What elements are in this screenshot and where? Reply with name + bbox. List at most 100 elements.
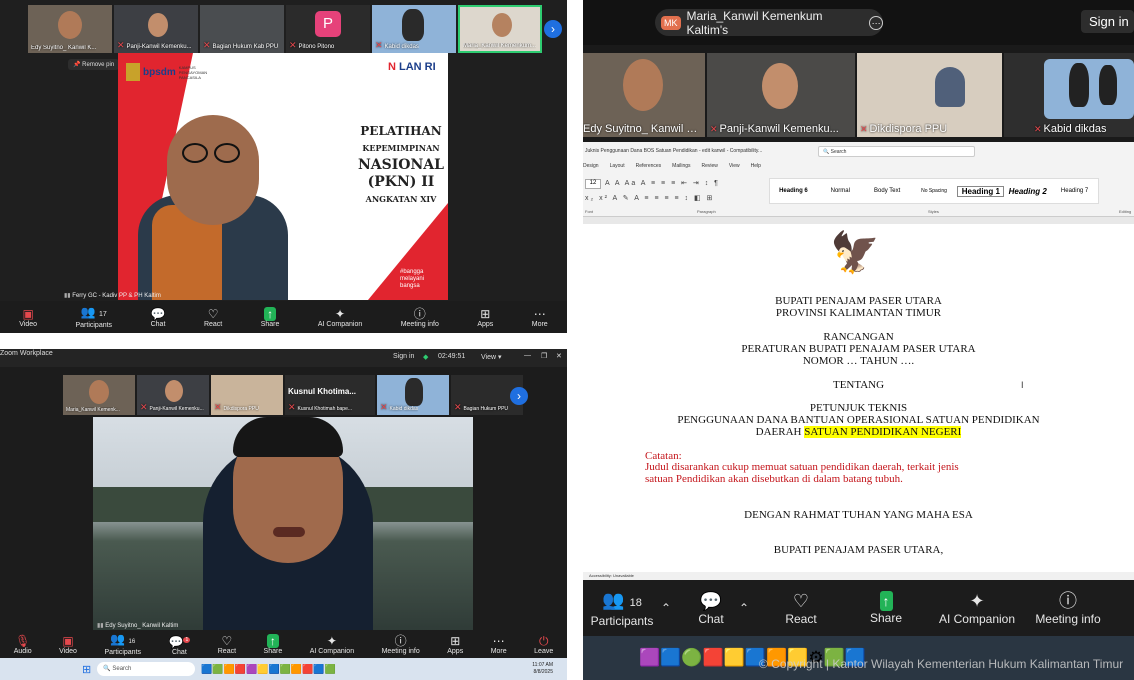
menu-help[interactable]: Help [751, 163, 761, 169]
menu-mailings[interactable]: Mailings [672, 163, 690, 169]
brand-logo: bpsdm [143, 66, 176, 78]
meeting-info-button[interactable]: ⓘ Meeting info [401, 307, 439, 328]
minimize-icon[interactable]: — [524, 352, 531, 359]
share-icon: ↑ [879, 591, 893, 611]
avatar: P [315, 11, 341, 37]
pin-icon: 📌 [73, 62, 81, 68]
close-icon[interactable]: ✕ [556, 352, 562, 360]
font-size-box[interactable]: 12 [585, 179, 601, 189]
share-tab[interactable]: MK Maria_Kanwil Kemenkum Kaltim's ⋯ [655, 9, 883, 37]
meeting-timer: 02:49:51 [438, 353, 466, 360]
menu-review[interactable]: Review [702, 163, 718, 169]
participant-thumb[interactable]: ✕ Kabid dikdas [372, 5, 456, 53]
style-heading7[interactable]: Heading 7 [1051, 188, 1098, 194]
react-button[interactable]: ♡ React [761, 590, 841, 626]
doc-line: PETUNJUK TEKNIS [809, 402, 908, 414]
style-heading6[interactable]: Heading 6 [770, 188, 817, 194]
style-normal[interactable]: Normal [817, 188, 864, 194]
menu-references[interactable]: References [636, 163, 662, 169]
participant-thumb[interactable]: ✕ Kabid dikdas [1004, 53, 1134, 137]
participants-button[interactable]: 👥 16 Participants [104, 632, 141, 656]
style-body-text[interactable]: Body Text [864, 188, 911, 194]
react-button[interactable]: ♡ React [218, 634, 236, 655]
heart-icon: ♡ [221, 633, 233, 648]
participants-chevron-icon[interactable]: ⌃ [661, 601, 683, 615]
thumbnail-strip: Edy Suyitno_ Kanwil K... ✕ Panji-Kanwil K… [583, 53, 1134, 137]
apps-icon: ⊞ [450, 633, 461, 648]
ai-companion-button[interactable]: ✦ AI Companion [310, 634, 354, 655]
mic-muted-icon: ✕ [117, 40, 125, 50]
react-button[interactable]: ♡ React [204, 307, 222, 328]
style-heading2[interactable]: Heading 2 [1004, 187, 1051, 196]
ruler[interactable] [583, 216, 1134, 224]
info-icon: ⓘ [394, 633, 407, 648]
mic-off-icon: 🎙 [15, 633, 31, 648]
chat-button[interactable]: 💬 1 Chat [169, 633, 191, 656]
more-button[interactable]: ⋯ More [491, 634, 507, 655]
chat-button[interactable]: 💬 Chat [683, 590, 739, 626]
next-page-button[interactable]: › [510, 387, 528, 405]
taskbar-search[interactable]: 🔍 Search [97, 662, 196, 676]
view-menu[interactable]: View ▾ [481, 353, 502, 361]
doc-line: RANCANGAN [823, 331, 894, 343]
participant-thumb[interactable]: Maria_Kanwil Kemenk... [63, 375, 135, 415]
emblem-icon [126, 63, 140, 81]
apps-icon: ⊞ [480, 306, 491, 321]
word-search[interactable]: 🔍 Search [818, 146, 975, 157]
sparkle-icon: ✦ [326, 633, 337, 648]
note-text: Judul disarankan cukup memuat satuan pen… [645, 461, 959, 473]
more-icon[interactable]: ⋯ [869, 15, 883, 30]
participant-thumb[interactable]: Edy Suyitno_ Kanwil K... [28, 5, 112, 53]
share-button[interactable]: ↑ Share [264, 633, 282, 655]
share-button[interactable]: ↑ Share [841, 591, 931, 625]
style-no-spacing[interactable]: No Spacing [911, 188, 958, 194]
menu-layout[interactable]: Layout [610, 163, 625, 169]
video-button[interactable]: ▣ Video [59, 634, 77, 655]
chat-button[interactable]: 💬 Chat [151, 307, 166, 328]
leave-button[interactable]: ⏻ Leave [534, 634, 553, 655]
next-page-button[interactable]: › [544, 20, 562, 38]
apps-button[interactable]: ⊞ Apps [477, 307, 493, 328]
participant-thumb-active[interactable]: Maria_Kanwil Kemenkum... [458, 5, 542, 53]
participant-thumb[interactable]: ✕ Kabid dikdas [377, 375, 449, 415]
meeting-info-button[interactable]: ⓘ Meeting info [1023, 590, 1113, 626]
windows-start-icon[interactable]: ⊞ [82, 663, 91, 676]
share-button[interactable]: ↑ Share [261, 306, 279, 328]
remove-pin-button[interactable]: 📌 Remove pin [68, 59, 120, 70]
format-tools-2[interactable]: x₂ x² A ✎ A ≡ ≡ ≡ ≡ ↕ ◧ ⊞ [585, 194, 714, 202]
ai-companion-button[interactable]: ✦ AI Companion [318, 307, 362, 328]
title-bar: Zoom Workplace Sign in ◆ 02:49:51 View ▾… [0, 349, 567, 367]
participant-thumb[interactable]: ✕ Panji-Kanwil Kemenku... [707, 53, 855, 137]
menu-design[interactable]: Design [583, 163, 599, 169]
participants-button[interactable]: 👥 18 Participants [583, 589, 661, 628]
sign-in-button[interactable]: Sign in [1081, 10, 1134, 33]
participant-thumb[interactable]: Edy Suyitno_ Kanwil K... [583, 53, 705, 137]
app-icons[interactable]: 🟦🟩🟧🟥🟪🟨🟦🟩🟧🟥🟦🟩 [201, 664, 335, 675]
participant-thumb[interactable]: ✕ Dikdispora PPU [211, 375, 283, 415]
format-tools[interactable]: A A Aa A ≡ ≡ ≡ ⇤ ⇥ ↕ ¶ [605, 179, 720, 187]
video-button[interactable]: ▣ Video [19, 307, 37, 328]
participant-thumb[interactable]: P ✕ Pitono Pitono [286, 5, 370, 53]
participant-thumb[interactable]: ✕ Dikdispora PPU [857, 53, 1002, 137]
more-button[interactable]: ⋯ More [532, 307, 548, 328]
audio-button[interactable]: 🎙 Audio [14, 634, 32, 655]
doc-line: PROVINSI KALIMANTAN TIMUR [775, 307, 942, 319]
apps-button[interactable]: ⊞ Apps [447, 634, 463, 655]
maximize-icon[interactable]: ❐ [541, 352, 547, 360]
meeting-info-button[interactable]: ⓘ Meeting info [382, 634, 420, 655]
style-heading1[interactable]: Heading 1 [957, 185, 1005, 197]
ai-companion-button[interactable]: ✦ AI Companion [931, 590, 1023, 626]
participant-thumb[interactable]: ✕ Bagian Hukum Kab PPU [200, 5, 284, 53]
sign-in-link[interactable]: Sign in [393, 353, 414, 360]
participant-thumb[interactable]: ✕ Panji-Kanwil Kemenku... [114, 5, 198, 53]
document-page[interactable]: 🦅 BUPATI PENAJAM PASER UTARA PROVINSI KA… [583, 224, 1134, 572]
participant-thumb[interactable]: Kusnul Khotima... ✕ Kusnul Khotimah bape.… [285, 375, 375, 415]
menu-view[interactable]: View [729, 163, 740, 169]
doc-line: TENTANG [832, 379, 885, 391]
participants-button[interactable]: 👥 17 Participants [75, 305, 112, 329]
chat-chevron-icon[interactable]: ⌃ [739, 601, 761, 615]
word-menu-bar: Design Layout References Mailings Review… [583, 163, 761, 169]
signal-icon: ▮▮ [64, 293, 71, 299]
participant-thumb[interactable]: ✕ Panji-Kanwil Kemenku... [137, 375, 209, 415]
participant-name: Pitono Pitono [298, 44, 335, 50]
